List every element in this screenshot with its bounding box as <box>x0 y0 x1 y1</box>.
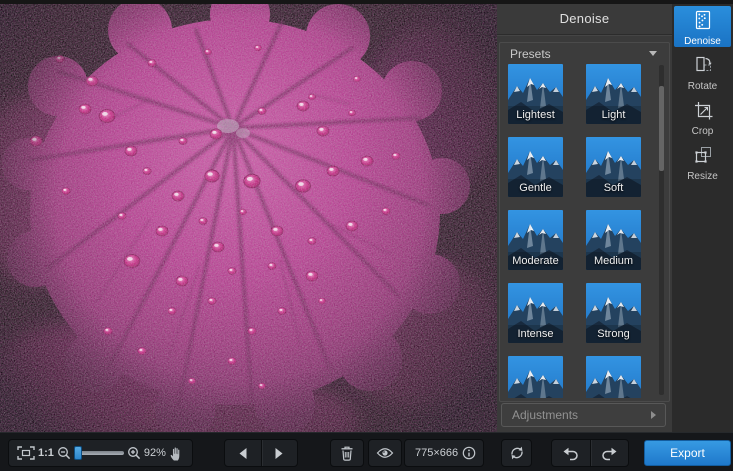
tools-sidebar: Denoise Rotate Crop <box>672 4 733 432</box>
image-canvas[interactable] <box>0 4 497 432</box>
image-size-group: 775×666 <box>404 439 484 467</box>
denoise-panel: Denoise Presets Lightest Light Gentle <box>497 4 672 432</box>
preset-label: Moderate <box>508 255 563 267</box>
preview-original-button[interactable] <box>368 439 402 467</box>
adjustments-label: Adjustments <box>512 408 578 422</box>
eye-icon <box>376 447 394 459</box>
undo-icon <box>562 446 580 461</box>
reset-button[interactable] <box>501 439 532 467</box>
next-image-button[interactable] <box>262 440 298 466</box>
preset-intense[interactable]: Intense <box>508 283 563 343</box>
undo-button[interactable] <box>552 440 590 466</box>
presets-header-label: Presets <box>510 47 551 61</box>
actual-size-button[interactable]: 1:1 <box>38 447 54 459</box>
preset-thumbnail <box>586 356 641 398</box>
denoise-icon <box>693 9 713 31</box>
sidebar-tool-denoise[interactable]: Denoise <box>674 6 731 47</box>
trash-icon <box>340 445 354 461</box>
tool-label: Resize <box>674 171 731 182</box>
sidebar-tool-crop[interactable]: Crop <box>674 96 731 137</box>
zoom-out-button[interactable] <box>57 446 71 460</box>
zoom-out-icon <box>57 446 71 460</box>
navigation-group <box>224 439 298 467</box>
resize-icon <box>693 144 713 166</box>
preset-medium[interactable]: Medium <box>586 210 641 270</box>
preset-lightest[interactable]: Lightest <box>508 64 563 124</box>
preset-label: Medium <box>586 255 641 267</box>
fit-screen-icon <box>17 446 35 460</box>
preset-moderate[interactable]: Moderate <box>508 210 563 270</box>
previous-icon <box>238 447 248 460</box>
preset-label: Light <box>586 109 641 121</box>
zoom-controls-group: 1:1 92% <box>8 439 193 467</box>
export-button[interactable]: Export <box>644 440 731 466</box>
panel-divider <box>497 34 672 35</box>
sidebar-tool-rotate[interactable]: Rotate <box>674 51 731 92</box>
redo-icon <box>600 446 618 461</box>
delete-button[interactable] <box>330 439 364 467</box>
sidebar-tool-resize[interactable]: Resize <box>674 141 731 182</box>
zoom-percent: 92% <box>144 447 166 459</box>
preset-strong[interactable]: Strong <box>586 283 641 343</box>
bottom-toolbar: 1:1 92% <box>0 432 733 471</box>
panel-title: Denoise <box>497 4 672 33</box>
zoom-slider-handle[interactable] <box>74 446 82 460</box>
hand-icon <box>169 445 184 462</box>
photo-noisy-leaf <box>0 4 497 432</box>
previous-image-button[interactable] <box>225 440 261 466</box>
preset-light[interactable]: Light <box>586 64 641 124</box>
tool-label: Rotate <box>674 81 731 92</box>
chevron-right-icon <box>651 411 656 419</box>
preset-partial-2[interactable] <box>586 356 641 398</box>
preset-soft[interactable]: Soft <box>586 137 641 197</box>
preset-thumbnail <box>508 356 563 398</box>
next-icon <box>274 447 284 460</box>
chevron-down-icon <box>649 51 657 56</box>
info-icon <box>462 446 476 460</box>
preset-gentle[interactable]: Gentle <box>508 137 563 197</box>
preset-label: Strong <box>586 328 641 340</box>
zoom-in-icon <box>127 446 141 460</box>
rotate-icon <box>693 54 713 76</box>
presets-section: Presets Lightest Light Gentle <box>499 42 670 402</box>
tool-label: Denoise <box>674 36 731 47</box>
presets-header[interactable]: Presets <box>500 43 669 64</box>
preset-label: Soft <box>586 182 641 194</box>
hand-tool-button[interactable] <box>169 445 184 462</box>
preset-label: Intense <box>508 328 563 340</box>
preset-label: Gentle <box>508 182 563 194</box>
presets-scrollbar[interactable] <box>659 65 664 395</box>
preset-partial-1[interactable] <box>508 356 563 398</box>
image-dimensions: 775×666 <box>415 447 458 459</box>
preset-label: Lightest <box>508 109 563 121</box>
fit-screen-button[interactable] <box>17 446 35 460</box>
zoom-in-button[interactable] <box>127 446 141 460</box>
tool-label: Crop <box>674 126 731 137</box>
app-window: Denoise Presets Lightest Light Gentle <box>0 0 733 471</box>
zoom-slider[interactable] <box>74 451 124 455</box>
redo-button[interactable] <box>591 440 629 466</box>
scrollbar-thumb[interactable] <box>659 86 664 171</box>
history-group <box>551 439 629 467</box>
info-button[interactable] <box>462 446 476 460</box>
crop-icon <box>693 99 713 121</box>
refresh-icon <box>509 445 525 461</box>
preset-grid: Lightest Light Gentle Soft Moderate <box>508 64 648 398</box>
adjustments-expander[interactable]: Adjustments <box>501 403 666 427</box>
